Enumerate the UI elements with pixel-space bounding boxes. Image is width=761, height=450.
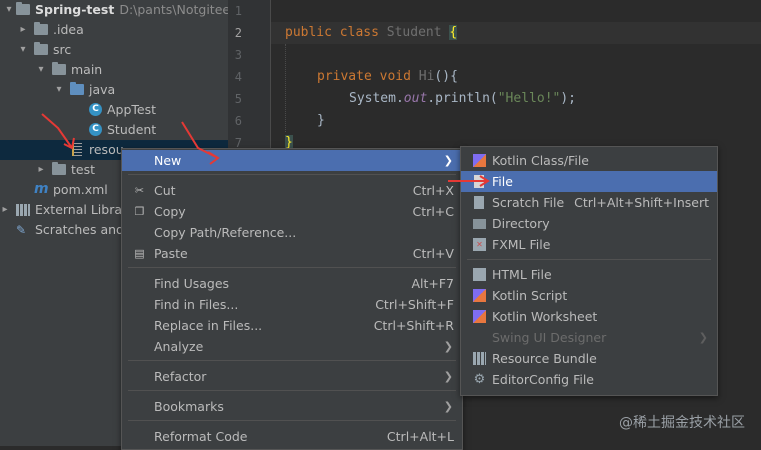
watermark: @稀土掘金技术社区 xyxy=(619,415,745,431)
annotation-arrow xyxy=(41,113,73,149)
annotation-arrow xyxy=(181,121,219,159)
annotation-overlay xyxy=(41,113,490,187)
annotation-arrow-head xyxy=(207,151,220,165)
